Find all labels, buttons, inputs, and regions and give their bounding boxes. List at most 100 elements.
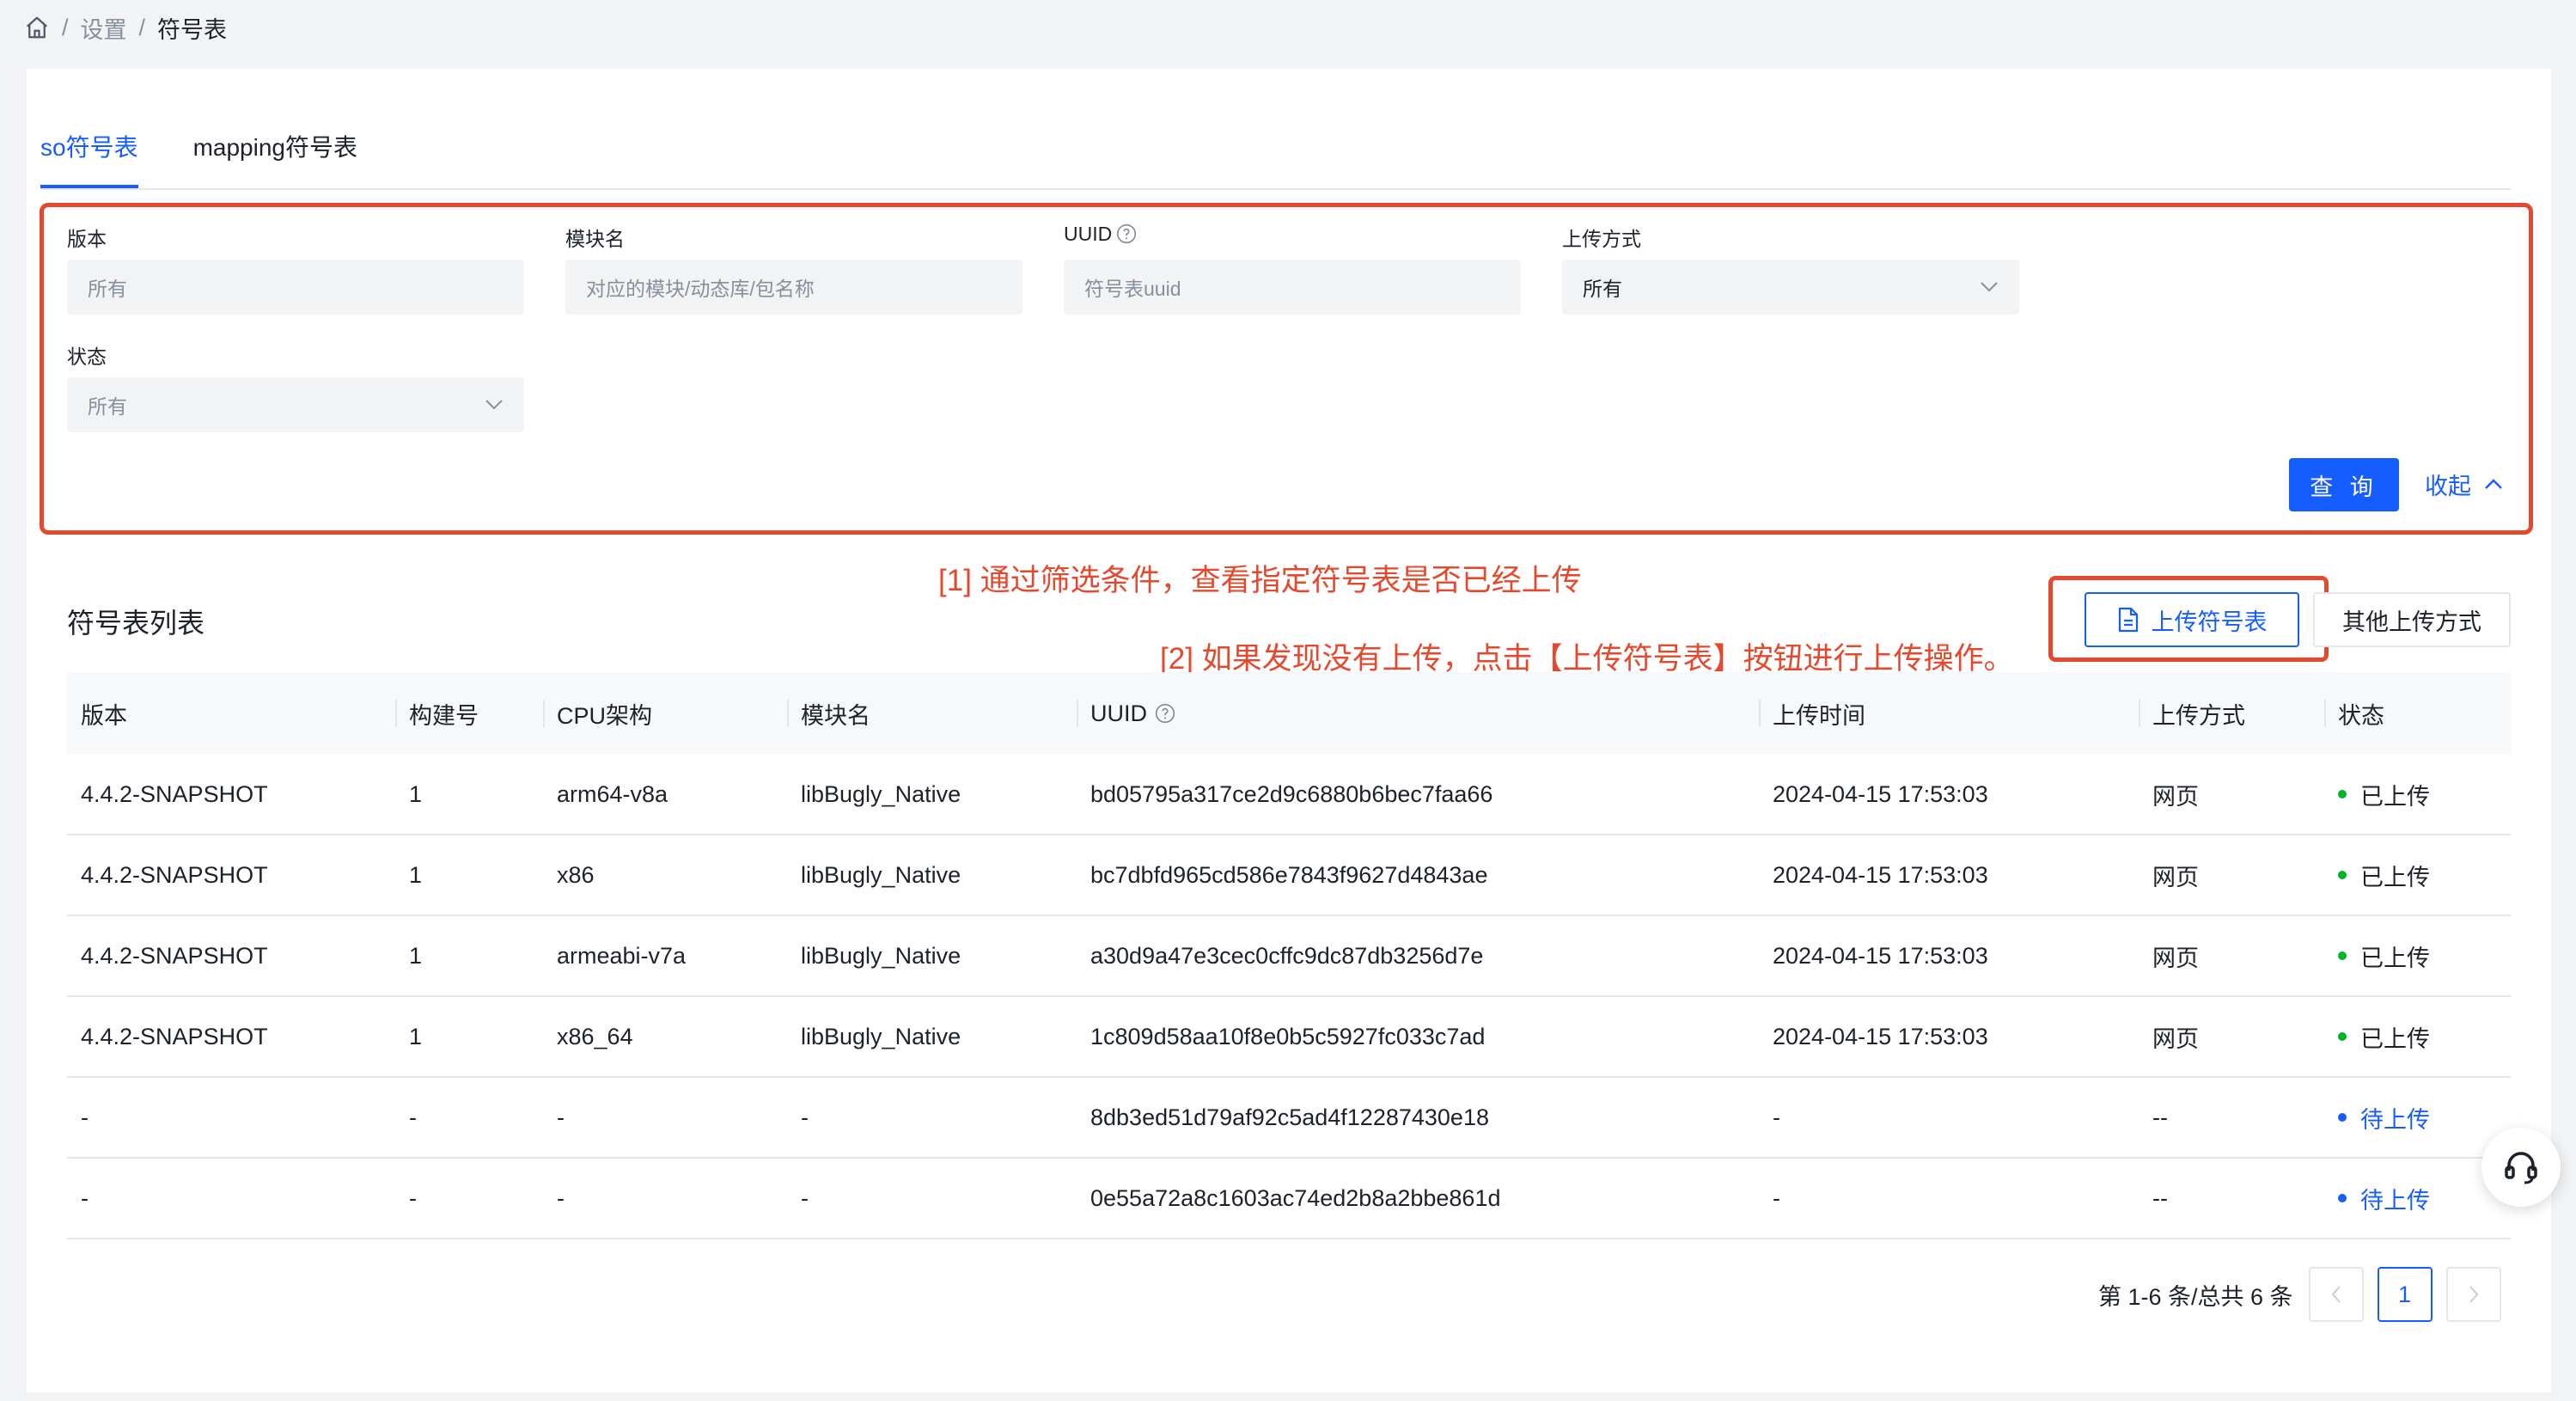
chevron-down-icon [1981, 282, 1998, 292]
status-pending[interactable]: 待上传 [2338, 1101, 2511, 1135]
version-input[interactable]: 所有 [67, 260, 524, 315]
module-placeholder: 对应的模块/动态库/包名称 [586, 278, 815, 300]
cell-module: - [801, 1184, 809, 1211]
cell-cpu: arm64-v8a [557, 780, 668, 807]
collapse-label: 收起 [2425, 473, 2471, 499]
version-placeholder: 所有 [88, 278, 127, 300]
cell-status: 已上传 [2324, 1020, 2511, 1054]
file-icon [2118, 607, 2138, 633]
status-dot [2338, 790, 2347, 798]
table-header: 版本 构建号 CPU架构 模块名 UUID 上传时间 上传方式 状态 [67, 672, 2511, 755]
cell-build: 1 [409, 861, 423, 888]
status-text: 已上传 [2360, 1025, 2430, 1052]
cell-version: 4.4.2-SNAPSHOT [81, 861, 268, 888]
upload-method-select[interactable]: 所有 [1562, 260, 2019, 315]
table-row: - - - -8db3ed51d79af92c5ad4f12287430e18- -- 待… [67, 1078, 2511, 1159]
collapse-toggle[interactable]: 收起 [2425, 467, 2504, 501]
status-uploaded: 已上传 [2338, 939, 2511, 973]
table-row: 4.4.2-SNAPSHOT 1 x86 libBugly_Native bc7dbfd… [67, 835, 2511, 916]
col-uuid: UUID [1077, 672, 1759, 755]
upload-symbol-button[interactable]: 上传符号表 [2085, 592, 2299, 647]
cell-version: 4.4.2-SNAPSHOT [81, 780, 268, 807]
status-text: 待上传 [2360, 1187, 2430, 1214]
cell-cpu: x86_64 [557, 1023, 633, 1049]
col-version: 版本 [81, 702, 127, 729]
cell-build: - [409, 1104, 417, 1130]
module-input[interactable]: 对应的模块/动态库/包名称 [565, 260, 1022, 315]
headset-icon [2505, 1152, 2537, 1184]
col-cpu: CPU架构 [543, 672, 787, 755]
tab-so-symbols[interactable]: so符号表 [40, 117, 138, 189]
cell-upload-method: -- [2152, 1184, 2168, 1211]
cell-upload-method: -- [2152, 1104, 2168, 1130]
customer-support-button[interactable] [2481, 1128, 2561, 1207]
other-upload-button[interactable]: 其他上传方式 [2313, 592, 2511, 647]
tab-mapping-symbols[interactable]: mapping符号表 [193, 117, 357, 189]
cell-upload-method: 网页 [2152, 1025, 2199, 1052]
cell-cpu: x86 [557, 861, 595, 888]
breadcrumb: / 设置 / 符号表 [24, 10, 227, 45]
cell-status: 已上传 [2324, 778, 2511, 811]
cell-upload-time: 2024-04-15 17:53:03 [1773, 861, 1988, 888]
cell-build: 1 [409, 780, 423, 807]
home-icon[interactable] [24, 15, 50, 40]
cell-uuid: 0e55a72a8c1603ac74ed2b8a2bbe861d [1090, 1184, 1501, 1211]
cell-cpu: - [557, 1184, 565, 1211]
page-button-1[interactable]: 1 [2377, 1267, 2433, 1322]
status-dot [2338, 1194, 2347, 1202]
cell-build: 1 [409, 942, 423, 969]
status-pending[interactable]: 待上传 [2338, 1182, 2511, 1215]
chevron-left-icon [2331, 1286, 2341, 1303]
uuid-label: UUID [1064, 223, 1113, 245]
list-title: 符号表列表 [67, 608, 205, 639]
table-row: - - - -0e55a72a8c1603ac74ed2b8a2bbe861d - -- 待… [67, 1159, 2511, 1239]
cell-upload-method: 网页 [2152, 945, 2199, 971]
filter-highlight-box [40, 203, 2533, 535]
status-label: 状态 [67, 346, 107, 368]
breadcrumb-item-settings[interactable]: 设置 [81, 11, 127, 45]
annotation-step-1: [1] 通过筛选条件，查看指定符号表是否已经上传 [938, 564, 1582, 597]
cell-version: 4.4.2-SNAPSHOT [81, 942, 268, 969]
cell-build: - [409, 1184, 417, 1211]
status-dot [2338, 951, 2347, 960]
uuid-label-wrap: UUID [1064, 223, 1138, 246]
cell-upload-time: 2024-04-15 17:53:03 [1773, 1023, 1988, 1049]
cell-module: libBugly_Native [801, 861, 961, 888]
cell-build: 1 [409, 1023, 423, 1049]
status-value: 所有 [88, 395, 127, 418]
cell-upload-method: 网页 [2152, 783, 2199, 810]
status-dot [2338, 1032, 2347, 1041]
cell-upload-method: 网页 [2152, 864, 2199, 890]
cell-cpu: armeabi-v7a [557, 942, 687, 969]
status-select[interactable]: 所有 [67, 377, 524, 432]
cell-module: libBugly_Native [801, 942, 961, 969]
prev-page-button[interactable] [2308, 1267, 2364, 1322]
cell-module: - [801, 1104, 809, 1130]
module-label: 模块名 [565, 228, 625, 250]
help-icon[interactable] [1115, 223, 1138, 245]
cell-uuid: 1c809d58aa10f8e0b5c5927fc033c7ad [1090, 1023, 1486, 1049]
query-button[interactable]: 查 询 [2289, 458, 2399, 511]
cell-status: 已上传 [2324, 859, 2511, 892]
col-uuid-label: UUID [1090, 700, 1147, 726]
uuid-input[interactable]: 符号表uuid [1064, 260, 1521, 315]
uuid-placeholder: 符号表uuid [1084, 278, 1181, 300]
help-icon[interactable] [1154, 702, 1176, 725]
status-uploaded: 已上传 [2338, 1020, 2511, 1054]
tab-bar: so符号表 mapping符号表 [40, 117, 357, 189]
status-uploaded: 已上传 [2338, 859, 2511, 892]
col-upload-time: 上传时间 [1759, 672, 2139, 755]
next-page-button[interactable] [2445, 1267, 2501, 1322]
status-dot [2338, 871, 2347, 879]
cell-upload-time: 2024-04-15 17:53:03 [1773, 942, 1988, 969]
cell-status: 待上传 [2324, 1101, 2511, 1135]
table-row: 4.4.2-SNAPSHOT 1 armeabi-v7a libBugly_Nativ… [67, 916, 2511, 997]
table-body: 4.4.2-SNAPSHOT 1 arm64-v8a libBugly_Native b… [67, 755, 2511, 1239]
breadcrumb-separator: / [138, 14, 146, 40]
upload-symbol-label: 上传符号表 [2151, 609, 2268, 635]
cell-status: 已上传 [2324, 939, 2511, 973]
table-row: 4.4.2-SNAPSHOT 1 x86_64 libBugly_Native 1c80… [67, 997, 2511, 1078]
col-build: 构建号 [395, 672, 543, 755]
breadcrumb-item-symbol-table: 符号表 [157, 16, 228, 43]
chevron-up-icon [2485, 479, 2502, 489]
